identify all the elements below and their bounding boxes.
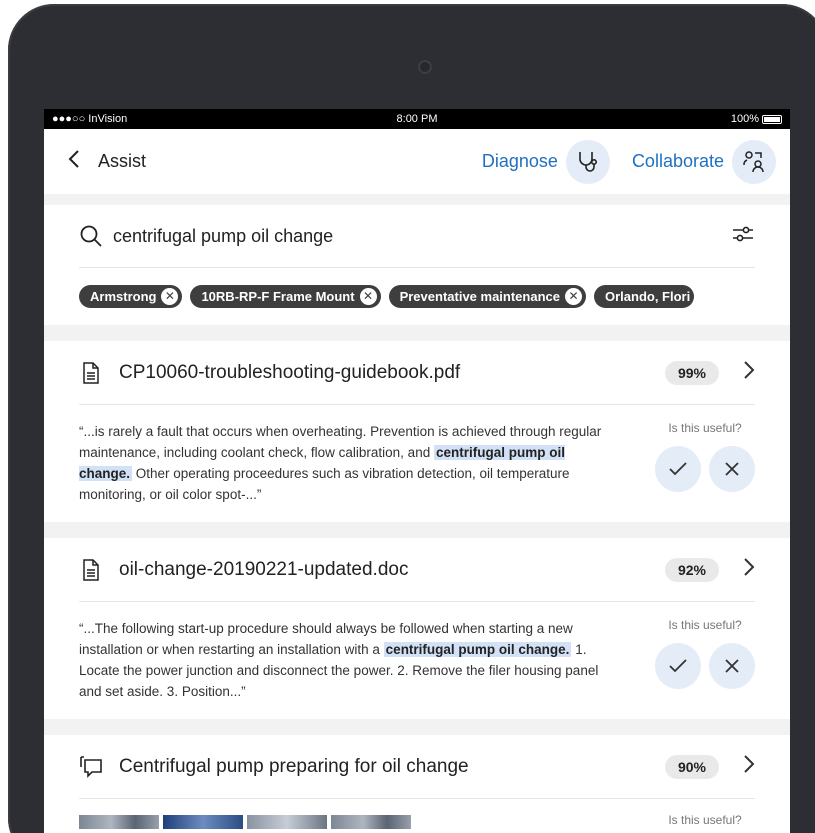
battery-label: 100% bbox=[730, 113, 759, 125]
back-button[interactable] bbox=[68, 149, 80, 174]
thumbnail-image[interactable] bbox=[331, 815, 411, 829]
chip-label: Armstrong bbox=[90, 288, 157, 304]
close-icon bbox=[725, 462, 739, 476]
relevance-badge: 99% bbox=[664, 360, 719, 385]
feedback-panel: Is this useful? bbox=[655, 421, 755, 505]
page-title: Assist bbox=[98, 151, 147, 171]
open-result-button[interactable] bbox=[743, 557, 755, 582]
result-header[interactable]: Centrifugal pump preparing for oil chang… bbox=[79, 735, 755, 799]
useful-no-button[interactable] bbox=[709, 643, 755, 689]
check-icon bbox=[669, 462, 687, 476]
document-icon bbox=[79, 558, 103, 581]
battery-indicator: 100% bbox=[731, 113, 782, 125]
nav-bar: Assist Diagnose Collaborate bbox=[44, 129, 790, 194]
chevron-right-icon bbox=[744, 558, 755, 576]
result-snippet: “...The following start-up procedure sho… bbox=[79, 618, 655, 702]
open-result-button[interactable] bbox=[743, 754, 755, 779]
collaborate-label: Collaborate bbox=[631, 151, 724, 171]
feedback-question: Is this useful? bbox=[668, 813, 742, 827]
result-card: CP10060-troubleshooting-guidebook.pdf 99… bbox=[44, 341, 790, 522]
result-card: Centrifugal pump preparing for oil chang… bbox=[44, 735, 790, 833]
open-result-button[interactable] bbox=[743, 360, 755, 385]
remove-chip-icon[interactable]: ✕ bbox=[564, 287, 582, 305]
result-snippet: “...is rarely a fault that occurs when o… bbox=[79, 421, 655, 505]
remove-chip-icon[interactable]: ✕ bbox=[161, 287, 179, 305]
check-icon bbox=[669, 659, 687, 673]
relevance-badge: 92% bbox=[664, 557, 719, 582]
chevron-left-icon bbox=[68, 150, 79, 168]
chip-label: 10RB-RP-F Frame Mount bbox=[201, 288, 355, 304]
result-body: “...is rarely a fault that occurs when o… bbox=[79, 405, 755, 522]
clock: 8:00 PM bbox=[396, 113, 438, 125]
chevron-right-icon bbox=[744, 755, 755, 773]
result-filename[interactable]: Centrifugal pump preparing for oil chang… bbox=[119, 756, 665, 778]
chip-label: Preventative maintenance bbox=[399, 288, 560, 304]
thumbnail-image[interactable] bbox=[79, 815, 159, 829]
filter-chip[interactable]: 10RB-RP-F Frame Mount ✕ bbox=[190, 284, 381, 308]
chevron-right-icon bbox=[744, 361, 755, 379]
filter-chip[interactable]: Armstrong ✕ bbox=[79, 284, 183, 308]
filter-chip[interactable]: Preventative maintenance ✕ bbox=[388, 284, 586, 308]
close-icon bbox=[725, 659, 739, 673]
search-icon bbox=[80, 225, 102, 247]
chat-icon bbox=[79, 755, 103, 778]
useful-no-button[interactable] bbox=[709, 446, 755, 492]
carrier-label: ●●●○○ InVision bbox=[52, 113, 128, 125]
result-header[interactable]: oil-change-20190221-updated.doc 92% bbox=[79, 538, 755, 602]
diagnose-button[interactable]: Diagnose bbox=[481, 139, 610, 184]
result-filename[interactable]: CP10060-troubleshooting-guidebook.pdf bbox=[119, 362, 665, 384]
feedback-panel: Is this useful? bbox=[655, 618, 755, 702]
stethoscope-icon bbox=[565, 139, 610, 184]
snippet-highlight: centrifugal pump oil change. bbox=[383, 642, 572, 657]
relevance-badge: 90% bbox=[664, 754, 719, 779]
search-panel: centrifugal pump oil change Armstrong ✕ 1… bbox=[44, 205, 790, 325]
feedback-panel: Is this useful? bbox=[655, 813, 755, 833]
thumbnail-image[interactable] bbox=[163, 815, 243, 829]
sliders-icon bbox=[733, 226, 753, 241]
search-input[interactable]: centrifugal pump oil change bbox=[113, 226, 731, 247]
useful-yes-button[interactable] bbox=[655, 643, 701, 689]
search-bar[interactable]: centrifugal pump oil change bbox=[79, 205, 755, 268]
useful-yes-button[interactable] bbox=[655, 446, 701, 492]
snippet-text: Other operating proceedures such as vibr… bbox=[79, 466, 570, 502]
filter-button[interactable] bbox=[731, 222, 755, 251]
diagnose-label: Diagnose bbox=[481, 151, 558, 171]
result-body: Is this useful? bbox=[79, 799, 755, 833]
image-thumbnails bbox=[79, 815, 411, 829]
people-icon bbox=[732, 139, 776, 184]
status-bar: ●●●○○ InVision 8:00 PM 100% bbox=[44, 109, 790, 129]
camera bbox=[418, 60, 432, 74]
chip-label: Orlando, Flori bbox=[604, 288, 691, 304]
filter-chips: Armstrong ✕ 10RB-RP-F Frame Mount ✕ Preven… bbox=[79, 268, 755, 324]
thumbnail-image[interactable] bbox=[247, 815, 327, 829]
feedback-question: Is this useful? bbox=[668, 421, 742, 435]
remove-chip-icon[interactable]: ✕ bbox=[359, 287, 377, 305]
result-header[interactable]: CP10060-troubleshooting-guidebook.pdf 99… bbox=[79, 341, 755, 405]
feedback-question: Is this useful? bbox=[668, 618, 742, 632]
result-body: “...The following start-up procedure sho… bbox=[79, 602, 755, 719]
battery-icon bbox=[762, 114, 782, 124]
filter-chip[interactable]: Orlando, Flori bbox=[593, 284, 695, 308]
result-filename[interactable]: oil-change-20190221-updated.doc bbox=[119, 559, 665, 581]
collaborate-button[interactable]: Collaborate bbox=[631, 139, 776, 184]
app-screen: ●●●○○ InVision 8:00 PM 100% Assist Diagn… bbox=[44, 109, 790, 833]
result-card: oil-change-20190221-updated.doc 92% “...… bbox=[44, 538, 790, 719]
document-icon bbox=[79, 361, 103, 384]
